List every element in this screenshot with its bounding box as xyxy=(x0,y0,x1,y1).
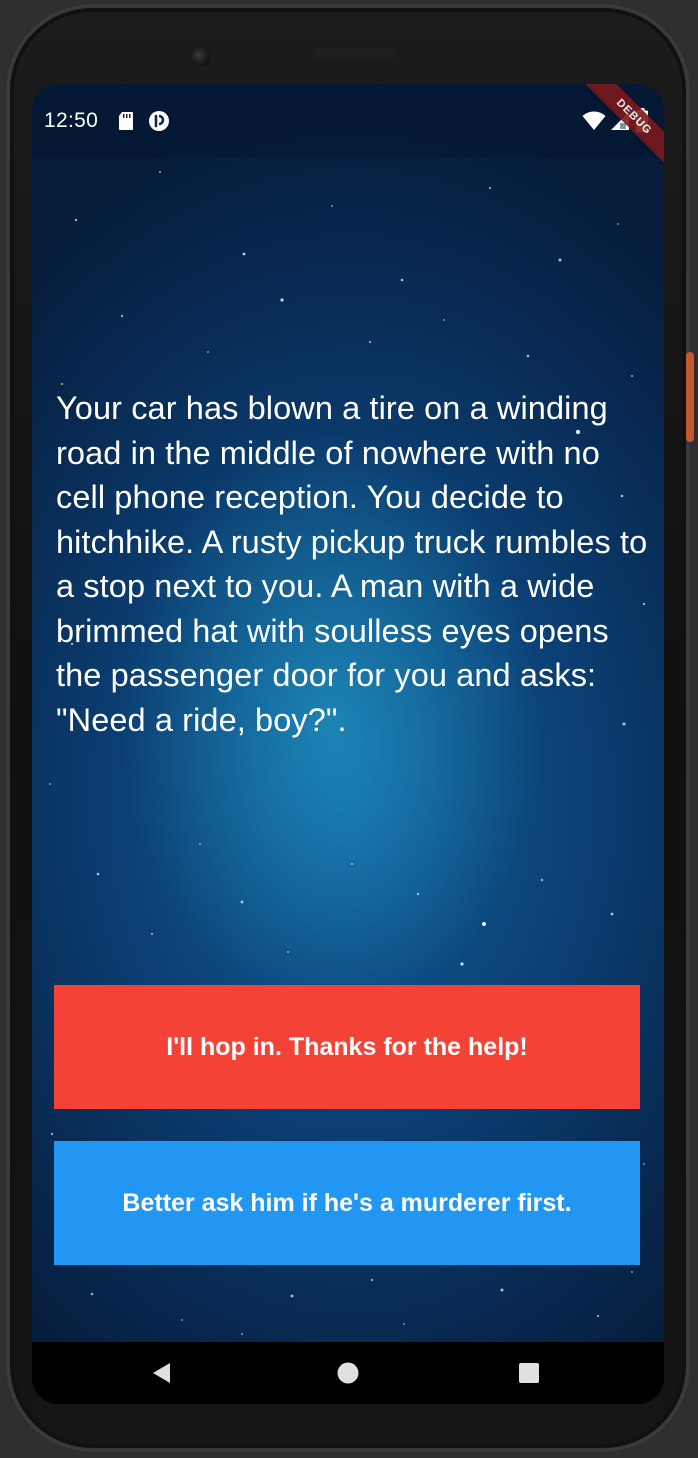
story-text: Your car has blown a tire on a winding r… xyxy=(56,390,648,738)
choice-1-button[interactable]: I'll hop in. Thanks for the help! xyxy=(54,985,640,1109)
app-screen: 12:50 DEBUG Your car has blown a tire on… xyxy=(32,84,664,1342)
status-time: 12:50 xyxy=(44,109,99,132)
status-bar: 12:50 xyxy=(32,84,664,158)
app-notification-icon xyxy=(149,111,169,131)
recents-icon[interactable] xyxy=(518,1362,540,1384)
back-icon[interactable] xyxy=(150,1361,174,1385)
power-button[interactable] xyxy=(686,352,694,442)
choice-2-button[interactable]: Better ask him if he's a murderer first. xyxy=(54,1141,640,1265)
sd-card-icon xyxy=(119,112,133,130)
earpiece-speaker xyxy=(312,48,396,60)
wifi-icon xyxy=(582,111,606,130)
front-camera xyxy=(192,48,210,66)
navigation-bar xyxy=(32,1342,664,1404)
home-icon[interactable] xyxy=(336,1361,360,1385)
emulator-frame: 12:50 DEBUG Your car has blown a tire on… xyxy=(0,0,698,1458)
